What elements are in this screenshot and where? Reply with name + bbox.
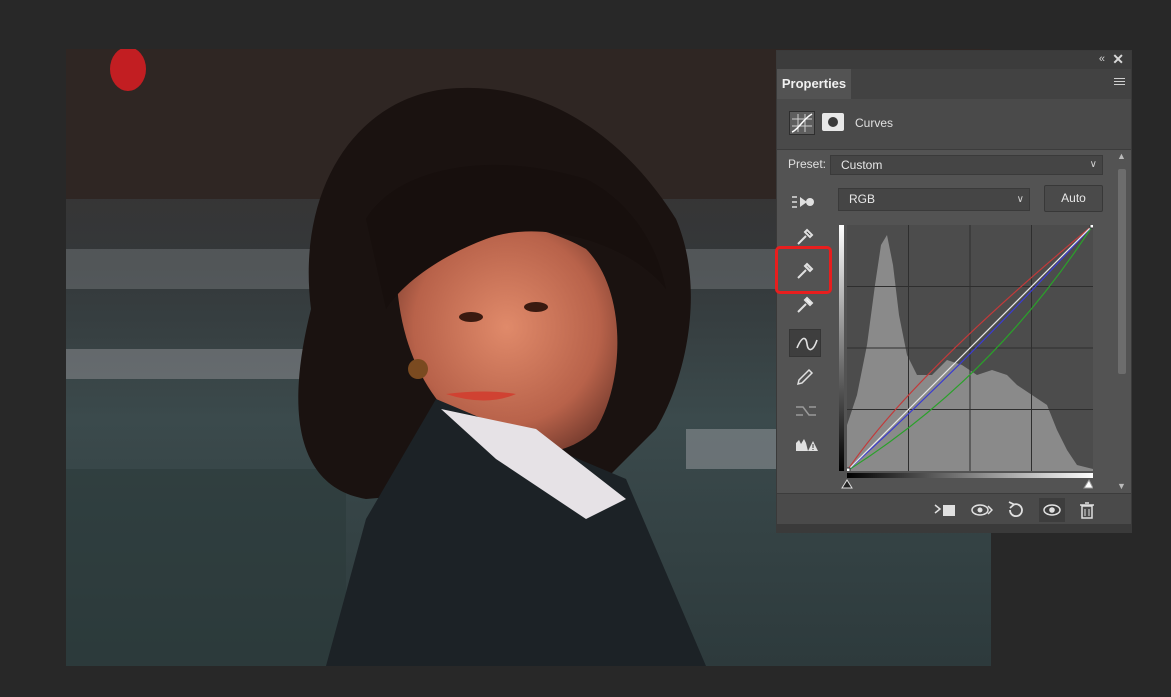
delete-trash-icon[interactable] [1075, 498, 1101, 522]
chevron-down-icon: ∨ [1089, 159, 1097, 170]
white-point-handle[interactable] [1089, 221, 1097, 229]
reset-icon[interactable] [1003, 498, 1029, 522]
scroll-down-icon[interactable]: ▼ [1117, 481, 1126, 491]
adjustment-header: Curves [777, 99, 1131, 150]
white-point-eyedropper-icon[interactable] [789, 291, 821, 319]
edit-points-curve-icon[interactable] [789, 329, 821, 357]
white-input-slider[interactable] [1083, 478, 1093, 489]
panel-footer [777, 493, 1131, 526]
preset-label: Preset: [788, 157, 827, 171]
targeted-adjustment-icon[interactable] [791, 191, 817, 213]
clip-to-layer-icon[interactable] [931, 498, 957, 522]
layer-mask-icon[interactable] [822, 113, 844, 131]
channel-value: RGB [849, 192, 876, 206]
chevron-down-icon: ∨ [1016, 194, 1024, 205]
black-input-slider[interactable] [841, 479, 853, 489]
scroll-thumb[interactable] [1118, 169, 1126, 374]
channel-dropdown[interactable]: RGB ∨ [838, 188, 1030, 211]
adjustment-title: Curves [855, 116, 894, 130]
preset-value: Custom [841, 158, 883, 172]
smooth-curve-icon[interactable] [789, 397, 821, 425]
close-icon[interactable]: ✕ [1112, 51, 1124, 68]
scroll-up-icon[interactable]: ▲ [1117, 151, 1126, 161]
properties-panel: « ✕ Properties Curves Preset: Custom ∨ R… [775, 50, 1132, 533]
auto-button[interactable]: Auto [1044, 185, 1103, 212]
output-gradient-bar [839, 225, 844, 471]
panel-menu-icon[interactable] [1114, 78, 1125, 87]
curves-adjustment-icon[interactable] [789, 111, 815, 135]
curves-graph-area [839, 221, 1097, 491]
visibility-eye-icon[interactable] [1039, 498, 1065, 522]
curves-graph[interactable] [843, 221, 1097, 475]
black-point-handle[interactable] [843, 467, 851, 475]
pencil-icon[interactable] [789, 363, 821, 391]
view-previous-state-icon[interactable] [968, 498, 994, 522]
tab-properties[interactable]: Properties [777, 69, 851, 99]
collapse-icon[interactable]: « [1099, 53, 1105, 65]
gray-point-eyedropper-icon[interactable] [789, 257, 821, 285]
panel-title-bar[interactable]: « ✕ [777, 51, 1131, 69]
black-point-eyedropper-icon[interactable] [789, 223, 821, 251]
clipping-warning-icon[interactable] [789, 431, 821, 459]
preset-dropdown[interactable]: Custom ∨ [830, 155, 1103, 175]
panel-tab-bar: Properties [777, 69, 1131, 99]
panel-bottom-strip [777, 524, 1131, 532]
panel-scrollbar[interactable]: ▲ ▼ [1115, 151, 1129, 491]
